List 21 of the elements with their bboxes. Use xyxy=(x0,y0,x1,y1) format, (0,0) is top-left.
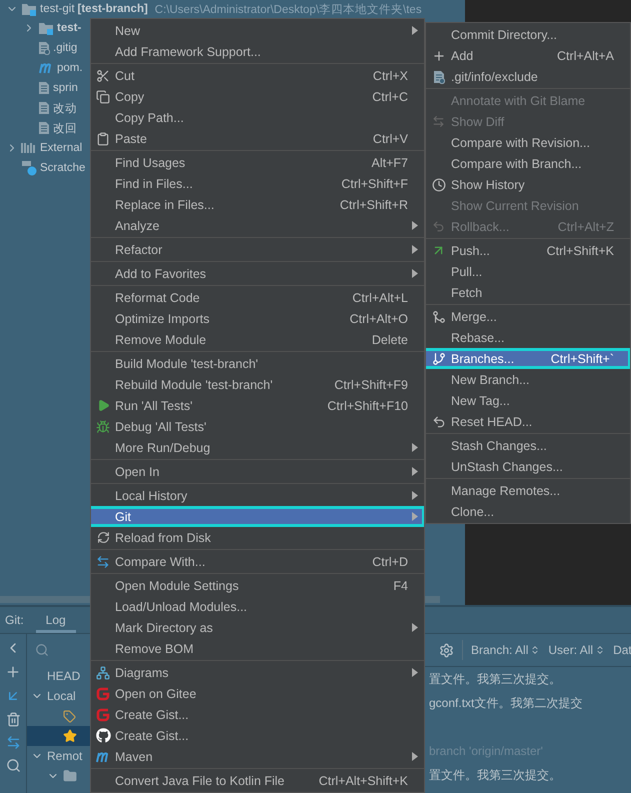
shortcut-text: Delete xyxy=(370,332,408,346)
shortcut-text: Ctrl+Shift+` xyxy=(550,352,614,366)
branch-name: [test-branch] xyxy=(78,3,148,15)
shortcut-text: Ctrl+Alt+Z xyxy=(556,220,614,234)
shortcut-text: Ctrl+Shift+R xyxy=(338,198,408,212)
shortcut-text: Ctrl+Shift+F10 xyxy=(326,398,408,412)
shortcut-text: Ctrl+C xyxy=(371,90,408,104)
shortcut-text: Ctrl+X xyxy=(372,68,408,82)
shortcut-text: Ctrl+D xyxy=(371,554,408,568)
shortcut-text: Ctrl+Shift+K xyxy=(546,244,614,258)
shortcut-text: Ctrl+Alt+O xyxy=(348,312,408,326)
shortcut-text: Ctrl+Alt+L xyxy=(351,290,408,304)
shortcut-text: Ctrl+Alt+Shift+K xyxy=(318,774,408,788)
shortcut-text: Alt+F7 xyxy=(370,156,408,170)
shortcut-text: F4 xyxy=(392,578,408,592)
shortcut-text: Ctrl+Shift+F9 xyxy=(333,378,408,392)
shortcut-text: Ctrl+V xyxy=(372,132,408,146)
tool-window-title: Git: xyxy=(4,612,25,629)
path-text: C:\Users\Administrator\Desktop\李四本地文件夹\tes xyxy=(154,2,422,16)
shortcut-text: Ctrl+Alt+A xyxy=(556,48,614,62)
shortcut-text: Ctrl+Shift+F xyxy=(340,176,408,190)
